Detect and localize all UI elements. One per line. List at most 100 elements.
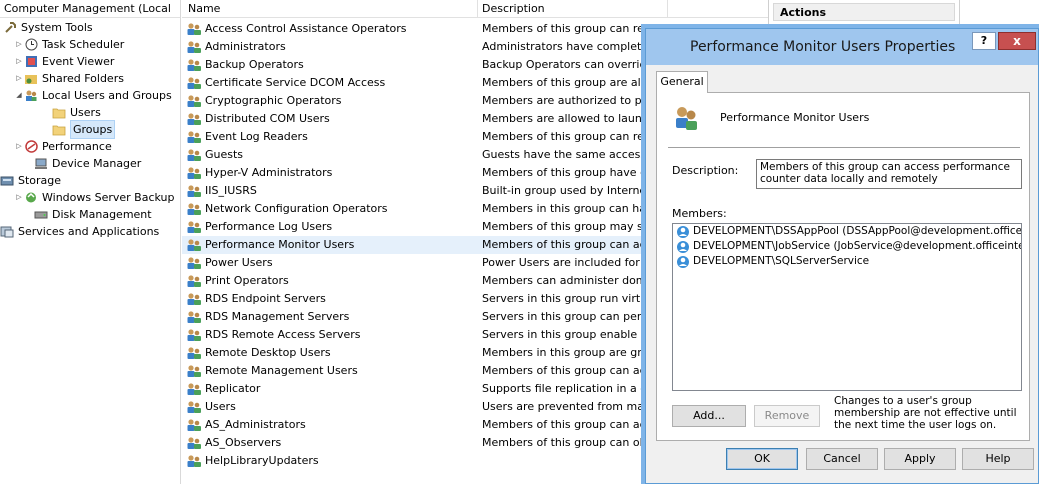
tree-node-windows-server-backup[interactable]: ▷ Windows Server Backup <box>14 189 174 206</box>
tree-node-performance[interactable]: ▷ Performance <box>14 138 111 155</box>
membership-note: Changes to a user's group membership are… <box>834 395 1017 431</box>
group-name: Performance Monitor Users <box>720 111 870 124</box>
group-icon <box>187 437 201 449</box>
tree-node-disk-management[interactable]: Disk Management <box>34 206 152 223</box>
properties-dialog: Performance Monitor Users Properties ? x… <box>645 28 1039 484</box>
member-item[interactable]: DEVELOPMENT\DSSAppPool (DSSAppPool@devel… <box>673 224 1021 239</box>
group-icon <box>187 401 201 413</box>
cancel-button[interactable]: Cancel <box>806 448 878 470</box>
group-name-cell: Hyper-V Administrators <box>182 164 478 182</box>
expand-arrow-icon[interactable]: ▷ <box>14 138 24 155</box>
tree-node-device-manager[interactable]: Device Manager <box>34 155 141 172</box>
expand-arrow-icon[interactable]: ▷ <box>14 53 24 70</box>
group-name-cell: Backup Operators <box>182 56 478 74</box>
help-button[interactable]: Help <box>962 448 1034 470</box>
column-header-description[interactable]: Description <box>478 0 668 17</box>
group-name-cell: Guests <box>182 146 478 164</box>
user-icon <box>676 255 690 269</box>
remove-button[interactable]: Remove <box>754 405 820 427</box>
help-icon[interactable]: ? <box>972 32 996 50</box>
device-manager-icon <box>34 157 48 171</box>
group-icon <box>187 41 201 53</box>
group-icon <box>187 275 201 287</box>
console-tree: Computer Management (Local System Tools … <box>0 0 181 484</box>
member-item[interactable]: DEVELOPMENT\JobService (JobService@devel… <box>673 239 1021 254</box>
collapse-arrow-icon[interactable]: ◢ <box>14 87 24 104</box>
tree-node-event-viewer[interactable]: ▷ Event Viewer <box>14 53 114 70</box>
dialog-title-bar[interactable]: Performance Monitor Users Properties ? x <box>646 29 1038 65</box>
tree-node-local-users-groups[interactable]: ◢ Local Users and Groups <box>14 87 171 104</box>
backup-icon <box>24 191 38 205</box>
expand-arrow-icon[interactable]: ▷ <box>14 189 24 206</box>
group-icon <box>187 419 201 431</box>
user-icon <box>676 225 690 239</box>
members-list[interactable]: DEVELOPMENT\DSSAppPool (DSSAppPool@devel… <box>672 223 1022 391</box>
group-icon <box>187 221 201 233</box>
group-icon <box>187 239 201 251</box>
list-header: Name Description <box>182 0 768 18</box>
group-icon <box>187 149 201 161</box>
tab-general[interactable]: General <box>656 71 708 93</box>
expand-arrow-icon[interactable]: ▷ <box>14 36 24 53</box>
dialog-title: Performance Monitor Users Properties <box>690 39 956 55</box>
group-name-cell: Performance Log Users <box>182 218 478 236</box>
group-name-cell: Replicator <box>182 380 478 398</box>
group-icon <box>187 383 201 395</box>
tree-root[interactable]: Computer Management (Local <box>0 0 180 18</box>
group-icon <box>187 167 201 179</box>
group-icon <box>187 257 201 269</box>
description-field[interactable]: Members of this group can access perform… <box>756 159 1022 189</box>
tree-node-task-scheduler[interactable]: ▷ Task Scheduler <box>14 36 124 53</box>
tree-node-services-applications[interactable]: Services and Applications <box>0 223 159 240</box>
group-name-cell: RDS Endpoint Servers <box>182 290 478 308</box>
group-name-cell: Print Operators <box>182 272 478 290</box>
member-item[interactable]: DEVELOPMENT\SQLServerService <box>673 254 1021 269</box>
event-viewer-icon <box>24 55 38 69</box>
group-name-cell: Remote Desktop Users <box>182 344 478 362</box>
members-label: Members: <box>672 207 727 220</box>
apply-button[interactable]: Apply <box>884 448 956 470</box>
tree-node-users[interactable]: Users <box>52 104 101 121</box>
tree-node-groups[interactable]: Groups <box>52 120 116 139</box>
disk-icon <box>34 208 48 222</box>
tree-node-storage[interactable]: Storage <box>0 172 61 189</box>
storage-icon <box>0 174 14 188</box>
group-name-cell: Administrators <box>182 38 478 56</box>
group-icon <box>187 95 201 107</box>
group-name-cell: Users <box>182 398 478 416</box>
shared-folder-icon <box>24 72 38 86</box>
user-icon <box>676 240 690 254</box>
group-icon <box>187 77 201 89</box>
expand-arrow-icon[interactable]: ▷ <box>14 70 24 87</box>
group-icon <box>187 131 201 143</box>
group-icon <box>187 23 201 35</box>
add-button[interactable]: Add... <box>672 405 746 427</box>
group-name-cell: Network Configuration Operators <box>182 200 478 218</box>
group-name-cell: RDS Management Servers <box>182 308 478 326</box>
performance-icon <box>24 140 38 154</box>
group-icon <box>187 113 201 125</box>
group-name-cell: Remote Management Users <box>182 362 478 380</box>
column-header-blank[interactable] <box>668 0 768 17</box>
group-icon <box>187 59 201 71</box>
folder-icon <box>52 106 66 120</box>
group-icon <box>187 347 201 359</box>
tree-node-system-tools[interactable]: System Tools <box>3 19 93 36</box>
group-name-cell: Power Users <box>182 254 478 272</box>
group-name-cell: AS_Administrators <box>182 416 478 434</box>
actions-header: Actions <box>773 3 955 21</box>
close-icon[interactable]: x <box>998 32 1036 50</box>
group-icon <box>187 185 201 197</box>
group-name-cell: Certificate Service DCOM Access <box>182 74 478 92</box>
group-name-cell: AS_Observers <box>182 434 478 452</box>
group-icon <box>187 455 201 467</box>
group-name-cell: Performance Monitor Users <box>182 236 478 254</box>
column-header-name[interactable]: Name <box>182 0 478 17</box>
tree-node-shared-folders[interactable]: ▷ Shared Folders <box>14 70 124 87</box>
group-name-cell: IIS_IUSRS <box>182 182 478 200</box>
group-icon <box>187 365 201 377</box>
tools-icon <box>3 21 17 35</box>
users-icon <box>24 89 38 103</box>
ok-button[interactable]: OK <box>726 448 798 470</box>
group-icon <box>187 203 201 215</box>
